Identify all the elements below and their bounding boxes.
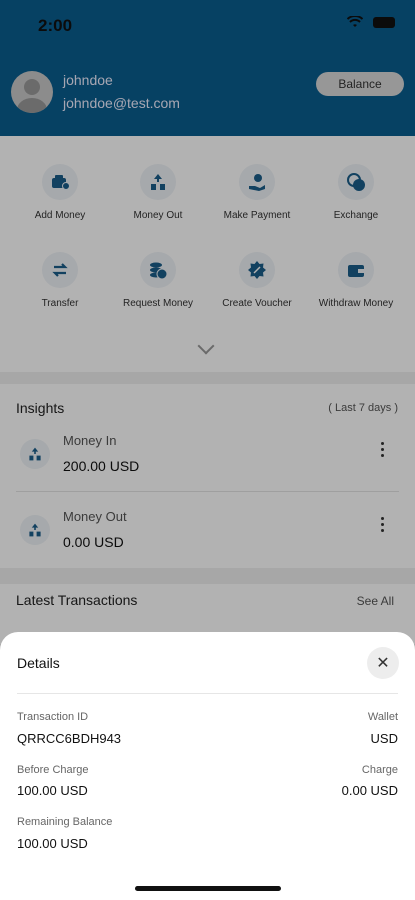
divider [17,693,398,694]
before-charge-value: 100.00 USD [17,783,88,798]
close-icon: ✕ [376,655,390,672]
close-button[interactable]: ✕ [367,647,399,679]
details-sheet: Details ✕ Transaction ID QRRCC6BDH943 Wa… [0,632,415,900]
transaction-id-label: Transaction ID [17,711,89,723]
charge-label: Charge [361,764,398,776]
before-charge-label: Before Charge [17,764,89,776]
wallet-value: USD [370,731,398,746]
charge-value: 0.00 USD [341,783,398,798]
remaining-balance-value: 100.00 USD [17,836,88,851]
transaction-id-value: QRRCC6BDH943 [17,731,122,746]
home-indicator[interactable] [135,886,281,891]
wallet-label: Wallet [367,711,398,723]
details-title: Details [17,655,60,671]
remaining-balance-label: Remaining Balance [17,816,113,828]
